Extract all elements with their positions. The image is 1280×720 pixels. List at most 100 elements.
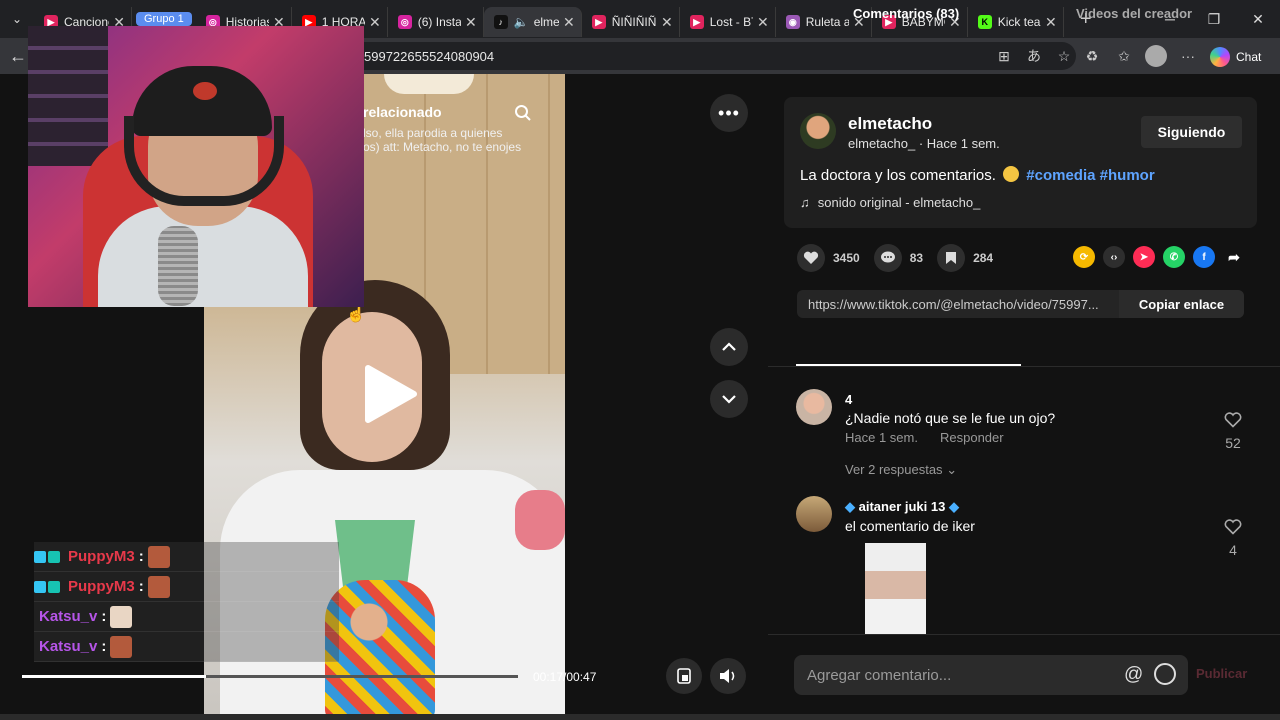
whatsapp-icon[interactable]: ✆ [1163,246,1185,268]
commenter-avatar[interactable] [796,389,832,425]
close-icon[interactable]: ✕ [661,14,673,31]
copy-link-button[interactable]: Copiar enlace [1119,290,1244,318]
chat-separator: : [101,638,107,655]
like-button[interactable]: 3450 [797,244,860,272]
like-count: 3450 [833,251,860,265]
browser-tab-active[interactable]: ♪ 🔈 elme ✕ [483,7,582,37]
engagement-actions: 3450 83 284 [797,244,993,272]
next-video-button[interactable] [710,380,748,418]
music-info[interactable]: ♫ sonido original - elmetacho_ [800,195,980,210]
chat-message: Katsu_v : [34,632,339,662]
close-window-button[interactable]: ✕ [1236,0,1280,38]
diamond-icon: ◆ [845,499,855,514]
close-icon[interactable]: ✕ [757,14,769,31]
reply-button[interactable]: Responder [940,430,1004,445]
floating-player-button[interactable] [666,658,702,694]
video-time: 00:17/00:47 [533,670,597,684]
more-menu-icon[interactable]: ··· [1176,44,1200,68]
browser-tab[interactable]: ◎ (6) Instag ✕ [388,7,484,37]
more-options-button[interactable]: ••• [710,94,748,132]
browser-tab[interactable]: K Kick tean ✕ [968,7,1064,37]
search-icon[interactable] [514,104,532,127]
youtube-icon: ▶ [591,15,606,29]
maximize-button[interactable]: ❐ [1192,0,1236,38]
comment-like-count: 52 [1225,435,1241,451]
close-icon[interactable]: ✕ [369,14,381,31]
comment-image[interactable] [865,543,926,636]
comment-like-button[interactable]: 52 [1221,412,1245,451]
heart-icon [797,244,825,272]
chevron-down-icon: ⌄ [946,462,958,477]
author-name[interactable]: elmetacho [848,114,932,134]
chat-message: PuppyM3 : [34,572,339,602]
tiktok-icon: ♪ [493,15,508,29]
favorite-star-icon[interactable]: ☆ [1052,44,1076,68]
share-arrow-icon[interactable]: ➦ [1223,246,1245,268]
volume-button[interactable] [710,658,746,694]
commenter-avatar[interactable] [796,496,832,532]
bookmark-icon [937,244,966,272]
music-note-icon: ♫ [800,195,810,210]
repost-icon[interactable]: ⟳ [1073,246,1095,268]
translate-icon[interactable]: あ [1022,44,1046,68]
comment-like-button[interactable]: 4 [1221,519,1245,558]
commenter-name[interactable]: ◆ aitaner juki 13 ◆ [845,499,959,515]
comment-text: ¿Nadie notó que se le fue un ojo? [845,410,1056,426]
apps-icon[interactable]: ⊞ [992,44,1016,68]
tab-creator-videos[interactable]: Videos del creador [1076,6,1192,21]
extensions-icon[interactable]: ♻ [1080,44,1104,68]
address-bar-icons: ⊞ あ ☆ [992,44,1076,68]
pip-icon [677,668,691,684]
speaker-icon[interactable]: 🔈 [514,15,529,29]
video-progress-bar[interactable] [22,675,518,678]
chat-separator: : [138,548,144,565]
browser-tab[interactable]: ▶ Lost - BT ✕ [680,7,776,37]
post-comment-button[interactable]: Publicar [1196,666,1247,681]
close-icon[interactable]: ✕ [465,14,477,31]
view-replies-button[interactable]: Ver 2 respuestas ⌄ [845,462,957,478]
related-search-text: lso, ella parodia a quienes os) att: Met… [363,126,522,154]
heart-outline-icon [1224,412,1242,428]
music-label: sonido original - elmetacho_ [817,195,981,210]
profile-avatar[interactable] [1144,44,1168,68]
webcam-cap-logo [193,82,217,100]
emoji-picker-icon[interactable] [1154,663,1176,685]
facebook-icon[interactable]: f [1193,246,1215,268]
youtube-icon: ▶ [689,15,704,29]
chat-username: Katsu_v [39,638,98,655]
tab-title: ÑIÑIÑIÑ [611,15,657,29]
previous-video-button[interactable] [710,328,748,366]
embed-icon[interactable]: ‹› [1103,246,1125,268]
chat-message: Katsu_v : [34,602,339,632]
save-button[interactable]: 284 [937,244,993,272]
cat-emote [110,605,133,628]
tab-comments[interactable]: Comentarios (83) [853,6,959,21]
description-text: La doctora y los comentarios. [800,167,996,184]
chat-username: Katsu_v [39,608,98,625]
copilot-chat-button[interactable]: Chat [1210,44,1261,70]
browser-tab[interactable]: ▶ ÑIÑIÑIÑ ✕ [582,7,680,37]
tab-title: Kick tean [997,15,1041,29]
comment-count: 83 [909,251,924,265]
favorites-icon[interactable]: ✩ [1112,44,1136,68]
tab-group-label[interactable]: Grupo 1 [136,12,192,26]
hashtag-links[interactable]: #comedia #humor [1026,167,1154,184]
share-link-url[interactable]: https://www.tiktok.com/@elmetacho/video/… [797,297,1119,312]
copilot-icon [1210,47,1230,67]
address-bar[interactable]: 599722655524080904 [300,42,1076,70]
author-avatar[interactable] [800,113,836,149]
play-icon[interactable] [362,364,418,424]
comment-button[interactable]: 83 [873,244,924,272]
chat-username: PuppyM3 [68,548,135,565]
save-count: 284 [973,251,994,265]
instagram-icon: ◎ [397,15,412,29]
send-icon[interactable]: ➤ [1133,246,1155,268]
commenter-name[interactable]: 4 [845,392,852,407]
following-button[interactable]: Siguiendo [1141,116,1242,148]
chat-message: PuppyM3 : [34,542,339,572]
mention-icon[interactable]: @ [1124,664,1143,686]
close-icon[interactable]: ✕ [1045,14,1057,31]
panel-tabs [768,334,1280,367]
webcam-headphones [124,116,284,206]
close-icon[interactable]: ✕ [563,14,575,31]
